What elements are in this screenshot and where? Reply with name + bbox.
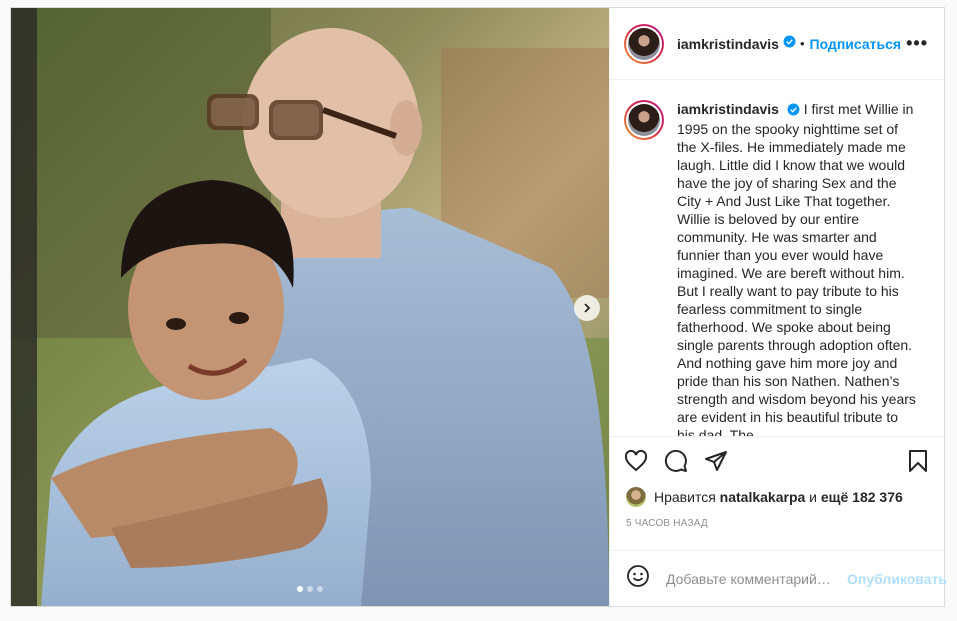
likes-and: и bbox=[809, 489, 817, 505]
comment-input[interactable] bbox=[666, 570, 847, 587]
carousel-next-button[interactable] bbox=[574, 295, 600, 321]
verified-badge-icon bbox=[787, 102, 800, 120]
paper-plane-icon[interactable] bbox=[704, 449, 728, 473]
publish-button[interactable]: Опубликовать bbox=[847, 571, 947, 587]
instagram-post: iamkristindavis • Подписаться ••• iamkri… bbox=[10, 7, 947, 607]
comment-form: Опубликовать bbox=[610, 550, 947, 606]
carousel-dot bbox=[307, 586, 313, 592]
liker-avatar[interactable] bbox=[626, 487, 646, 507]
liker-username[interactable]: natalkakarpa bbox=[720, 489, 806, 505]
chevron-right-icon bbox=[584, 303, 591, 313]
caption-area[interactable]: iamkristindavis I first met Willie in 19… bbox=[610, 80, 944, 436]
caption-text: iamkristindavis I first met Willie in 19… bbox=[677, 100, 917, 436]
post-sidebar: iamkristindavis • Подписаться ••• iamkri… bbox=[609, 8, 947, 606]
follow-button[interactable]: Подписаться bbox=[810, 36, 902, 52]
caption-body: I first met Willie in 1995 on the spooky… bbox=[677, 101, 916, 436]
post-media[interactable] bbox=[11, 8, 609, 606]
post-header: iamkristindavis • Подписаться ••• bbox=[610, 8, 944, 80]
carousel-dot bbox=[317, 586, 323, 592]
caption-username[interactable]: iamkristindavis bbox=[677, 101, 779, 117]
header-username[interactable]: iamkristindavis bbox=[677, 36, 779, 52]
action-bar bbox=[610, 436, 944, 484]
likes-row: Нравится natalkakarpa и ещё 182 376 bbox=[610, 484, 944, 510]
likes-prefix: Нравится bbox=[654, 489, 716, 505]
verified-badge-icon bbox=[783, 35, 796, 53]
comment-icon[interactable] bbox=[664, 449, 688, 473]
post-photo bbox=[11, 8, 609, 606]
carousel-indicator bbox=[11, 586, 609, 592]
more-options-button[interactable]: ••• bbox=[906, 33, 928, 54]
post-timestamp[interactable]: 5 ЧАСОВ НАЗАД bbox=[610, 510, 944, 550]
carousel-dot bbox=[297, 586, 303, 592]
caption-avatar[interactable] bbox=[624, 100, 664, 140]
avatar[interactable] bbox=[624, 23, 664, 64]
bookmark-icon[interactable] bbox=[906, 449, 930, 473]
smiley-icon[interactable] bbox=[626, 564, 650, 593]
separator-dot: • bbox=[799, 36, 805, 51]
likes-count[interactable]: ещё 182 376 bbox=[821, 489, 903, 505]
heart-icon[interactable] bbox=[624, 449, 648, 473]
